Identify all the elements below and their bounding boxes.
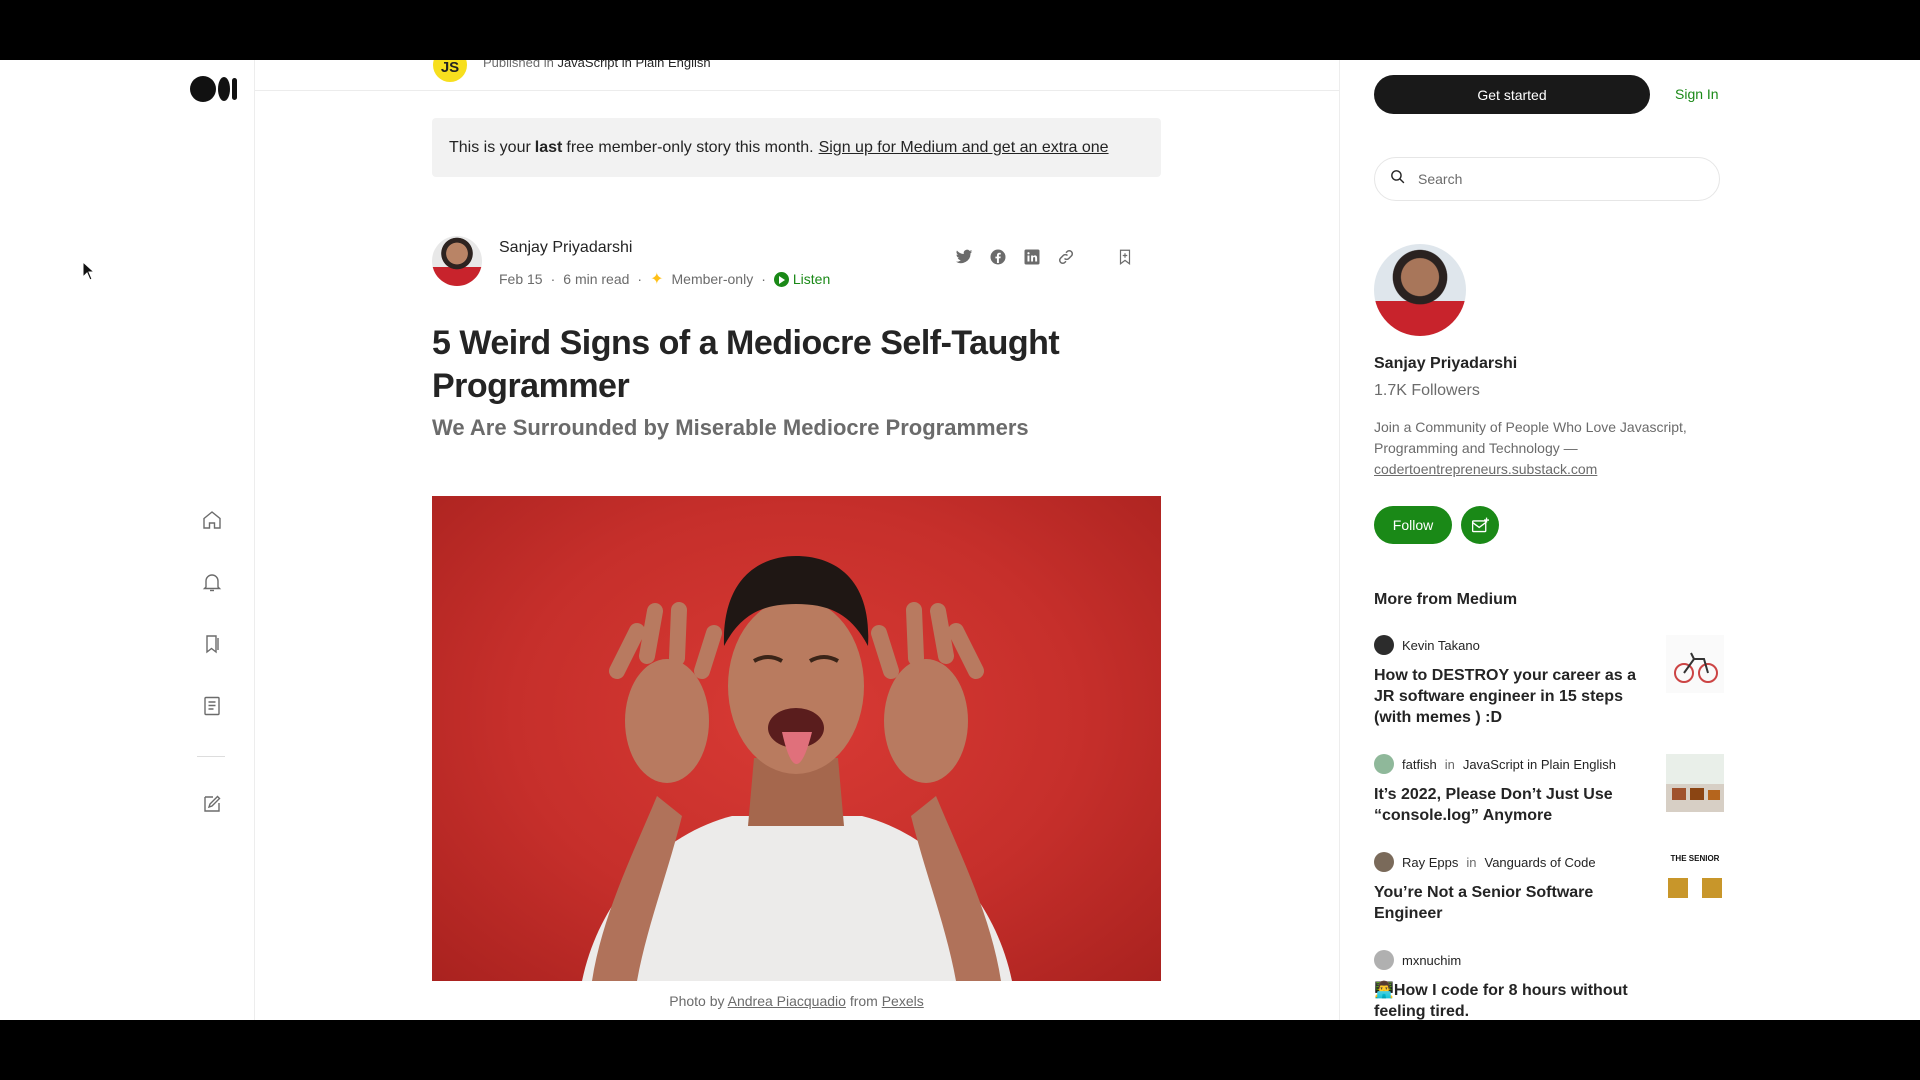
listen-label: Listen bbox=[792, 271, 831, 287]
rec-author-name[interactable]: Ray Epps bbox=[1402, 855, 1458, 870]
linkedin-share-icon[interactable] bbox=[1021, 246, 1043, 268]
rail-divider bbox=[197, 756, 225, 757]
recommendation-item[interactable]: Kevin Takano How to DESTROY your career … bbox=[1374, 635, 1724, 728]
rec-in-label: in bbox=[1466, 854, 1477, 870]
member-story-banner: This is your last free member-only story… bbox=[432, 118, 1161, 177]
author-bio-text: Join a Community of People Who Love Java… bbox=[1374, 419, 1687, 456]
left-rail bbox=[0, 60, 255, 1020]
author-name[interactable]: Sanjay Priyadarshi bbox=[499, 239, 632, 257]
subscribe-email-button[interactable] bbox=[1461, 506, 1499, 544]
rec-author-line: mxnuchim bbox=[1374, 950, 1724, 970]
rec-thumbnail bbox=[1666, 754, 1724, 812]
meta-separator: · bbox=[550, 271, 556, 287]
copy-link-icon[interactable] bbox=[1055, 246, 1077, 268]
banner-bold: last bbox=[534, 138, 563, 156]
caption-prefix: Photo by bbox=[669, 993, 725, 1009]
rec-title[interactable]: It’s 2022, Please Don’t Just Use “consol… bbox=[1374, 784, 1644, 826]
more-from-medium-heading: More from Medium bbox=[1374, 591, 1518, 608]
photographer-link[interactable]: Andrea Piacquadio bbox=[728, 993, 846, 1009]
article-meta: Feb 15 · 6 min read · ✦ Member-only · Li… bbox=[499, 269, 830, 289]
banner-text-after: free member-only story this month. bbox=[566, 138, 814, 156]
meta-separator: · bbox=[761, 271, 766, 287]
publication-link[interactable]: JavaScript in Plain English bbox=[557, 60, 710, 70]
rec-author-name[interactable]: mxnuchim bbox=[1402, 953, 1461, 968]
search-input[interactable] bbox=[1416, 170, 1700, 188]
image-caption: Photo by Andrea Piacquadio from Pexels bbox=[432, 993, 1161, 1009]
article-column: JS Published in JavaScript in Plain Engl… bbox=[255, 60, 1340, 1020]
banner-text-before: This is your bbox=[449, 138, 531, 156]
bio-link[interactable]: codertoentrepreneurs.substack.com bbox=[1374, 461, 1597, 477]
sign-in-link[interactable]: Sign In bbox=[1675, 86, 1719, 102]
play-icon bbox=[773, 271, 789, 287]
follow-button[interactable]: Follow bbox=[1374, 506, 1452, 544]
rec-publication[interactable]: JavaScript in Plain English bbox=[1463, 757, 1616, 772]
rec-author-avatar bbox=[1374, 754, 1394, 774]
recommendation-item[interactable]: Ray Epps in Vanguards of Code You’re Not… bbox=[1374, 852, 1724, 924]
write-edit-icon[interactable] bbox=[199, 791, 225, 817]
mouse-cursor-icon bbox=[82, 260, 96, 286]
meta-separator: · bbox=[637, 271, 643, 287]
sidebar-author-avatar[interactable] bbox=[1374, 244, 1466, 336]
twitter-share-icon[interactable] bbox=[953, 246, 975, 268]
rec-thumb-text: THE SENIOR bbox=[1670, 854, 1720, 863]
rec-thumb-block bbox=[1702, 878, 1722, 898]
lists-bookmark-icon[interactable] bbox=[199, 631, 225, 657]
rec-author-avatar bbox=[1374, 950, 1394, 970]
home-icon[interactable] bbox=[199, 507, 225, 533]
search-box[interactable] bbox=[1374, 157, 1720, 201]
browser-viewport: JS Published in JavaScript in Plain Engl… bbox=[0, 60, 1920, 1020]
member-only-label: Member-only bbox=[671, 271, 754, 287]
rec-author-avatar bbox=[1374, 635, 1394, 655]
get-started-button[interactable]: Get started bbox=[1374, 75, 1650, 114]
rec-publication[interactable]: Vanguards of Code bbox=[1485, 855, 1596, 870]
publication-avatar[interactable]: JS bbox=[433, 60, 467, 82]
rec-author-name[interactable]: Kevin Takano bbox=[1402, 638, 1480, 653]
article-subtitle: We Are Surrounded by Miserable Mediocre … bbox=[432, 415, 1029, 440]
rec-title[interactable]: How to DESTROY your career as a JR softw… bbox=[1374, 665, 1644, 728]
publication-line: Published in JavaScript in Plain English bbox=[483, 60, 711, 70]
facebook-share-icon[interactable] bbox=[987, 246, 1009, 268]
rec-title[interactable]: You’re Not a Senior Software Engineer bbox=[1374, 882, 1644, 924]
medium-logo-icon[interactable] bbox=[190, 76, 237, 102]
member-star-icon: ✦ bbox=[650, 271, 664, 288]
rec-author-name[interactable]: fatfish bbox=[1402, 757, 1437, 772]
rec-thumb-block bbox=[1668, 878, 1688, 898]
recommendation-item[interactable]: fatfish in JavaScript in Plain English I… bbox=[1374, 754, 1724, 826]
author-bio: Join a Community of People Who Love Java… bbox=[1374, 417, 1714, 480]
save-bookmark-icon[interactable] bbox=[1114, 246, 1136, 268]
listen-button[interactable]: Listen bbox=[773, 271, 831, 287]
source-link[interactable]: Pexels bbox=[882, 993, 924, 1009]
publication-strip: JS Published in JavaScript in Plain Engl… bbox=[255, 60, 1339, 91]
stories-document-icon[interactable] bbox=[199, 693, 225, 719]
right-sidebar: Get started Sign In Sanjay Priyadarshi 1… bbox=[1340, 60, 1920, 1020]
rec-thumbnail: THE SENIOR bbox=[1666, 852, 1724, 910]
rec-thumbnail bbox=[1666, 635, 1724, 693]
rec-title[interactable]: 👨‍💻How I code for 8 hours without feelin… bbox=[1374, 980, 1644, 1020]
rec-in-label: in bbox=[1444, 756, 1455, 772]
notifications-bell-icon[interactable] bbox=[199, 569, 225, 595]
email-subscribe-icon bbox=[1471, 517, 1489, 533]
sidebar-author-name[interactable]: Sanjay Priyadarshi bbox=[1374, 355, 1517, 373]
author-avatar[interactable] bbox=[432, 236, 482, 286]
publish-date: Feb 15 bbox=[499, 271, 543, 287]
recommendation-item[interactable]: mxnuchim 👨‍💻How I code for 8 hours witho… bbox=[1374, 950, 1724, 1020]
rec-author-avatar bbox=[1374, 852, 1394, 872]
published-in-label: Published in bbox=[483, 60, 554, 70]
hero-image bbox=[432, 496, 1161, 981]
followers-count[interactable]: 1.7K Followers bbox=[1374, 382, 1480, 400]
search-icon bbox=[1389, 168, 1406, 190]
article-title: 5 Weird Signs of a Mediocre Self-Taught … bbox=[432, 324, 1060, 405]
signup-link[interactable]: Sign up for Medium and get an extra one bbox=[819, 139, 1109, 157]
read-time: 6 min read bbox=[563, 271, 630, 287]
caption-middle: from bbox=[849, 993, 878, 1009]
